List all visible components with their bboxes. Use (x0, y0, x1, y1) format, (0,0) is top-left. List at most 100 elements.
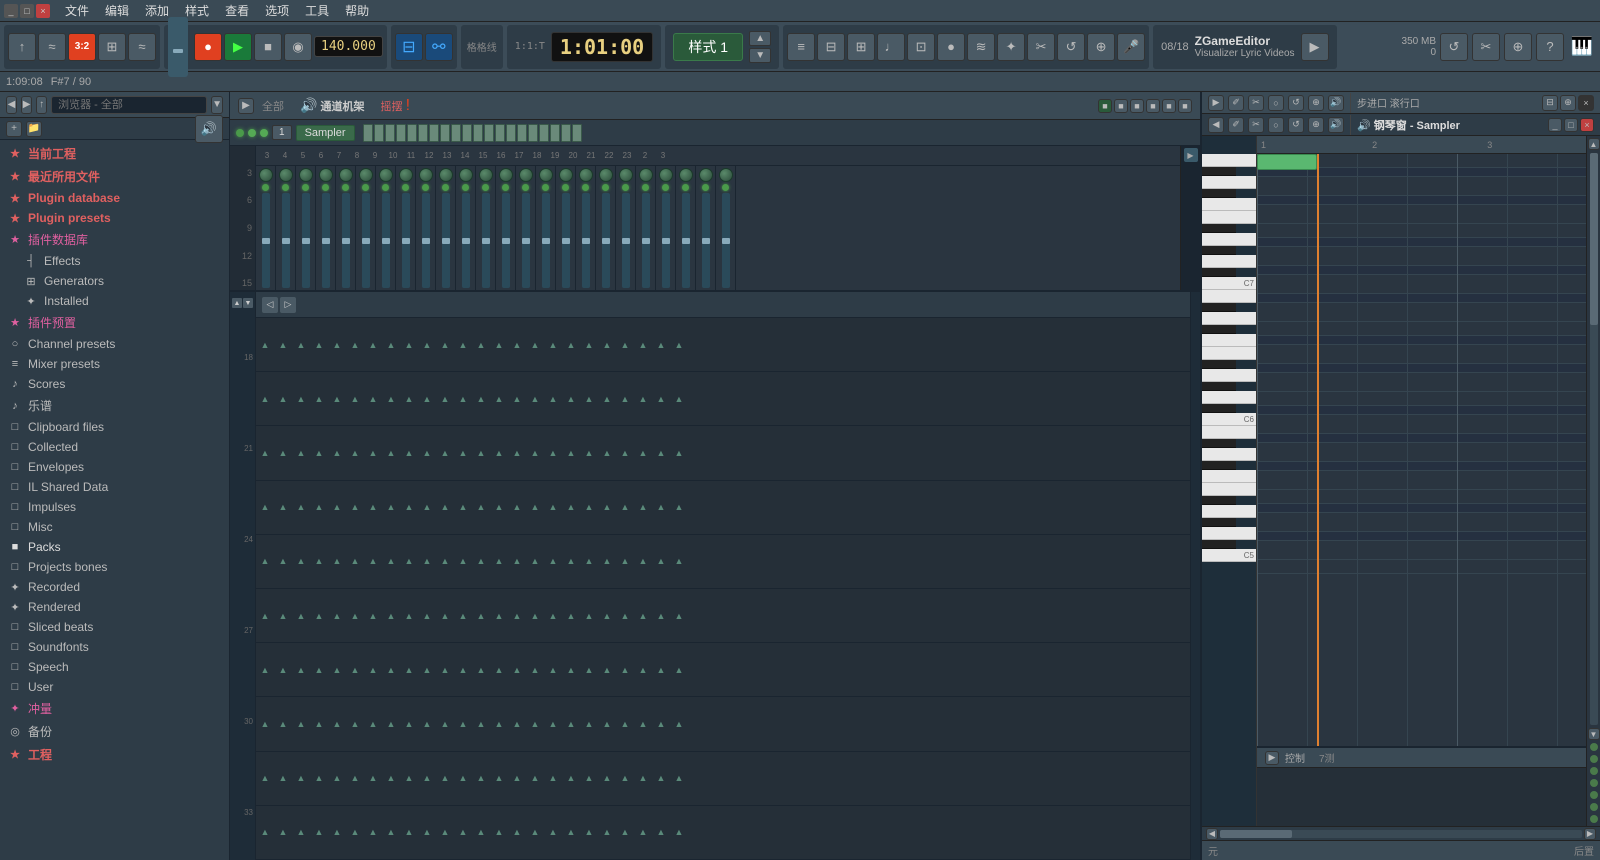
sidebar-item-il-shared-data[interactable]: □ IL Shared Data (0, 477, 229, 497)
pr-tb-3[interactable]: ✂ (1248, 95, 1264, 111)
step-arrow-btn[interactable]: ▲ (400, 825, 418, 839)
step-arrow-btn[interactable]: ▲ (544, 338, 562, 352)
fader-track[interactable] (482, 193, 490, 288)
bpm-display[interactable]: 140.000 (314, 36, 383, 57)
step-arrow-btn[interactable]: ▲ (670, 663, 688, 677)
ch-strip-3[interactable] (385, 124, 395, 142)
ch-strip-14[interactable] (506, 124, 516, 142)
step-arrow-btn[interactable]: ▲ (544, 717, 562, 731)
white-key[interactable] (1202, 312, 1257, 325)
step-arrow-btn[interactable]: ▲ (274, 338, 292, 352)
sidebar-item-plugin-presets-cn[interactable]: ★ 插件预置 (0, 311, 229, 334)
step-arrow-btn[interactable]: ▲ (364, 338, 382, 352)
black-key[interactable] (1202, 224, 1236, 233)
ch-strip-13[interactable] (495, 124, 505, 142)
control-arrow[interactable]: ▶ (1265, 751, 1279, 765)
hscroll-right[interactable]: ▶ (1584, 828, 1596, 840)
sidebar-folder[interactable]: 📁 (26, 121, 42, 137)
ch-strip-7[interactable] (429, 124, 439, 142)
step-arrow-btn[interactable]: ▲ (544, 825, 562, 839)
step-arrow-btn[interactable]: ▲ (454, 446, 472, 460)
ch-strip-6[interactable] (418, 124, 428, 142)
step-arrow-btn[interactable]: ▲ (256, 771, 274, 785)
step-arrow-btn[interactable]: ▲ (310, 771, 328, 785)
step-arrow-btn[interactable]: ▲ (634, 825, 652, 839)
step-arrow-btn[interactable]: ▲ (526, 771, 544, 785)
channel-number[interactable]: 1 (272, 125, 292, 140)
seq-mode-5[interactable]: ■ (1162, 99, 1176, 113)
step-arrow-btn[interactable]: ▲ (418, 392, 436, 406)
wave2-btn[interactable]: ≈ (128, 33, 156, 61)
pr-tb-4[interactable]: ○ (1268, 95, 1284, 111)
pr-close-small[interactable]: × (1578, 95, 1594, 111)
mixer-knob[interactable] (319, 168, 333, 182)
step-arrow-btn[interactable]: ▲ (454, 554, 472, 568)
step-arrow-btn[interactable]: ▲ (652, 825, 670, 839)
seq-arrow[interactable]: ▶ (238, 98, 254, 114)
nav-dn[interactable]: ▼ (243, 298, 253, 308)
minimize-button[interactable]: _ (4, 4, 18, 18)
step-arrow-btn[interactable]: ▲ (562, 392, 580, 406)
step-arrow-btn[interactable]: ▲ (616, 825, 634, 839)
step-arrow-btn[interactable]: ▲ (508, 717, 526, 731)
mixer-knob[interactable] (579, 168, 593, 182)
step-arrow-btn[interactable]: ▲ (598, 338, 616, 352)
step-arrow-btn[interactable]: ▲ (616, 392, 634, 406)
step-arrow-btn[interactable]: ▲ (580, 338, 598, 352)
step-arrow-btn[interactable]: ▲ (436, 717, 454, 731)
mode-btn[interactable]: 3:2 (68, 33, 96, 61)
pr-arrow-left[interactable]: ◀ (1208, 117, 1224, 133)
step-arrow-btn[interactable]: ▲ (436, 609, 454, 623)
step-arrow-btn[interactable]: ▲ (328, 825, 346, 839)
step-arrow-btn[interactable]: ▲ (652, 446, 670, 460)
step-arrow-btn[interactable]: ▲ (580, 717, 598, 731)
step-arrow-btn[interactable]: ▲ (400, 717, 418, 731)
ch-strip-18[interactable] (550, 124, 560, 142)
pr-minimize[interactable]: _ (1548, 118, 1562, 132)
white-key[interactable] (1202, 198, 1257, 211)
white-key[interactable] (1202, 255, 1257, 268)
step-arrow-btn[interactable]: ▲ (652, 554, 670, 568)
step-arrow-btn[interactable]: ▲ (418, 446, 436, 460)
step-arrow-btn[interactable]: ▲ (490, 338, 508, 352)
step-arrow-btn[interactable]: ▲ (274, 609, 292, 623)
step-arrow-btn[interactable]: ▲ (634, 717, 652, 731)
menu-tools[interactable]: 工具 (298, 0, 336, 21)
fader-track[interactable] (622, 193, 630, 288)
step-arrow-btn[interactable]: ▲ (274, 554, 292, 568)
step-arrow-btn[interactable]: ▲ (634, 663, 652, 677)
mixer-knob[interactable] (679, 168, 693, 182)
sidebar-add[interactable]: + (6, 121, 22, 137)
step-arrow-btn[interactable]: ▲ (544, 554, 562, 568)
step-arrow-btn[interactable]: ▲ (508, 554, 526, 568)
step-arrow-btn[interactable]: ▲ (454, 392, 472, 406)
step-arrow-btn[interactable]: ▲ (670, 771, 688, 785)
white-key[interactable] (1202, 347, 1257, 360)
step-arrow-btn[interactable]: ▲ (328, 500, 346, 514)
step-arrow-btn[interactable]: ▲ (616, 554, 634, 568)
step-arrow-btn[interactable]: ▲ (670, 717, 688, 731)
step-arrow-btn[interactable]: ▲ (454, 825, 472, 839)
mixer-knob[interactable] (539, 168, 553, 182)
mixer-knob[interactable] (699, 168, 713, 182)
mixer-knob[interactable] (619, 168, 633, 182)
step-arrow-btn[interactable]: ▲ (364, 446, 382, 460)
playlist-btn[interactable]: ⊟ (817, 33, 845, 61)
step-arrow-btn[interactable]: ▲ (328, 554, 346, 568)
mixer-knob[interactable] (259, 168, 273, 182)
step-arrow-btn[interactable]: ▲ (580, 663, 598, 677)
mixer-knob[interactable] (599, 168, 613, 182)
step-arrow-btn[interactable]: ▲ (382, 392, 400, 406)
black-key[interactable] (1202, 439, 1236, 448)
step-arrow-btn[interactable]: ▲ (490, 392, 508, 406)
step-arrow-btn[interactable]: ▲ (382, 500, 400, 514)
step-arrow-btn[interactable]: ▲ (292, 717, 310, 731)
step-arrow-btn[interactable]: ▲ (598, 392, 616, 406)
step-arrow-btn[interactable]: ▲ (454, 771, 472, 785)
step-arrow-btn[interactable]: ▲ (382, 771, 400, 785)
sidebar-menu[interactable]: ▼ (211, 96, 223, 114)
step-arrow-btn[interactable]: ▲ (328, 338, 346, 352)
step-arrow-btn[interactable]: ▲ (328, 446, 346, 460)
step-arrow-btn[interactable]: ▲ (400, 338, 418, 352)
white-key[interactable] (1202, 391, 1257, 404)
